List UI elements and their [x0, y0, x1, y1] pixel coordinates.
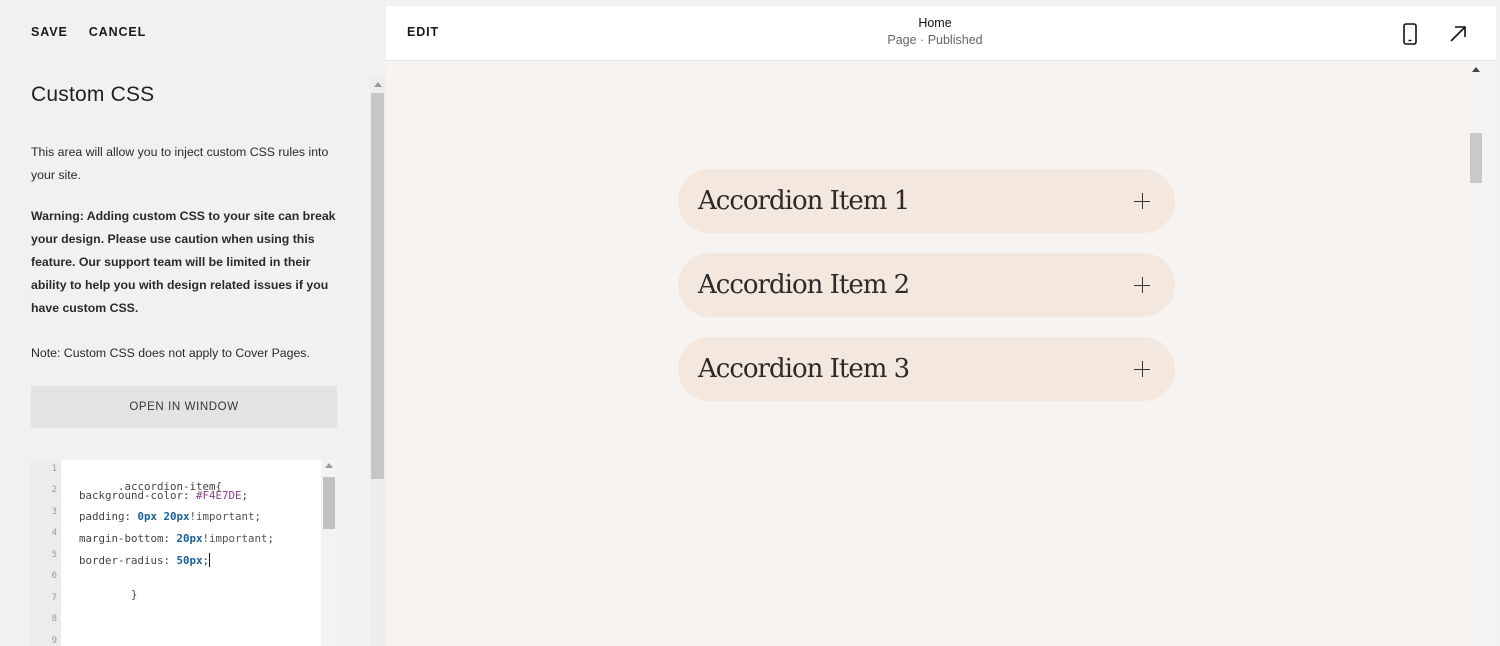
- code-important: !important: [189, 510, 255, 523]
- accordion-item-3[interactable]: Accordion Item 3: [678, 337, 1175, 401]
- accordion-item-2[interactable]: Accordion Item 2: [678, 253, 1175, 317]
- plus-icon: [1134, 361, 1150, 377]
- code-line: padding: 0px 20px!important;: [66, 510, 261, 523]
- line-number: 6: [51, 571, 57, 581]
- editor-scroll-thumb[interactable]: [323, 477, 335, 529]
- code-closing-brace: }: [118, 588, 138, 601]
- code-line: margin-bottom: 20px!important;: [66, 532, 274, 545]
- top-actions: SAVE CANCEL: [31, 25, 146, 39]
- code-property: margin-bottom:: [66, 532, 177, 545]
- plus-icon: [1134, 277, 1150, 293]
- preview-header: EDIT Home Page · Published: [386, 6, 1496, 61]
- note-text: Note: Custom CSS does not apply to Cover…: [31, 346, 310, 360]
- accordion-item-label: Accordion Item 2: [698, 270, 910, 300]
- code-punct: ;: [241, 489, 249, 502]
- panel-scroll-up-icon[interactable]: [374, 82, 382, 87]
- preview-scroll-thumb[interactable]: [1470, 133, 1482, 183]
- accordion-item-label: Accordion Item 1: [698, 186, 910, 216]
- line-number: 4: [51, 528, 57, 538]
- code-text-area[interactable]: .accordion-item{ background-color: #F4E7…: [66, 460, 316, 646]
- panel-title: Custom CSS: [31, 83, 155, 106]
- plus-icon: [1134, 193, 1150, 209]
- site-preview: EDIT Home Page · Published Accordion Ite…: [386, 6, 1496, 646]
- code-line: background-color: #F4E7DE;: [66, 489, 248, 502]
- code-punct: ;: [267, 532, 275, 545]
- custom-css-panel: SAVE CANCEL Custom CSS This area will al…: [0, 0, 370, 646]
- line-number: 3: [51, 507, 57, 517]
- mobile-phone-icon[interactable]: [1402, 23, 1418, 45]
- code-property: background-color:: [66, 489, 197, 502]
- cancel-button[interactable]: CANCEL: [89, 25, 146, 39]
- page-title: Home: [918, 16, 952, 30]
- code-line: }: [66, 575, 138, 614]
- editor-scroll-up-icon[interactable]: [325, 463, 333, 468]
- code-value: 50px: [176, 554, 203, 567]
- expand-arrow-icon[interactable]: [1449, 25, 1467, 43]
- line-number: 2: [51, 485, 57, 495]
- line-number: 5: [51, 550, 57, 560]
- code-value: #F4E7DE: [196, 489, 242, 502]
- save-button[interactable]: SAVE: [31, 25, 68, 39]
- accordion-item-1[interactable]: Accordion Item 1: [678, 169, 1175, 233]
- description-text: This area will allow you to inject custo…: [31, 145, 329, 182]
- panel-scroll-thumb[interactable]: [371, 93, 384, 479]
- code-property: border-radius:: [66, 554, 177, 567]
- warning-text: Warning: Adding custom CSS to your site …: [31, 209, 336, 315]
- text-caret: [209, 553, 211, 567]
- accordion-item-label: Accordion Item 3: [698, 354, 910, 384]
- code-property: padding:: [66, 510, 138, 523]
- code-line: border-radius: 50px;: [66, 553, 211, 567]
- line-number: 7: [51, 593, 57, 603]
- line-number: 9: [51, 636, 57, 646]
- line-number: 1: [51, 464, 57, 474]
- open-in-window-button[interactable]: OPEN IN WINDOW: [31, 386, 337, 428]
- code-value: 0px 20px: [137, 510, 190, 523]
- page-status: Page · Published: [887, 33, 983, 47]
- code-punct: ;: [254, 510, 262, 523]
- line-number: 8: [51, 614, 57, 624]
- css-code-editor[interactable]: 1 2 3 4 5 6 7 8 9 .accordion-item{ backg…: [31, 460, 337, 646]
- line-number-gutter: 1 2 3 4 5 6 7 8 9: [31, 460, 61, 646]
- code-important: !important: [202, 532, 268, 545]
- code-value: 20px: [176, 532, 203, 545]
- preview-scroll-up-icon[interactable]: [1472, 67, 1480, 72]
